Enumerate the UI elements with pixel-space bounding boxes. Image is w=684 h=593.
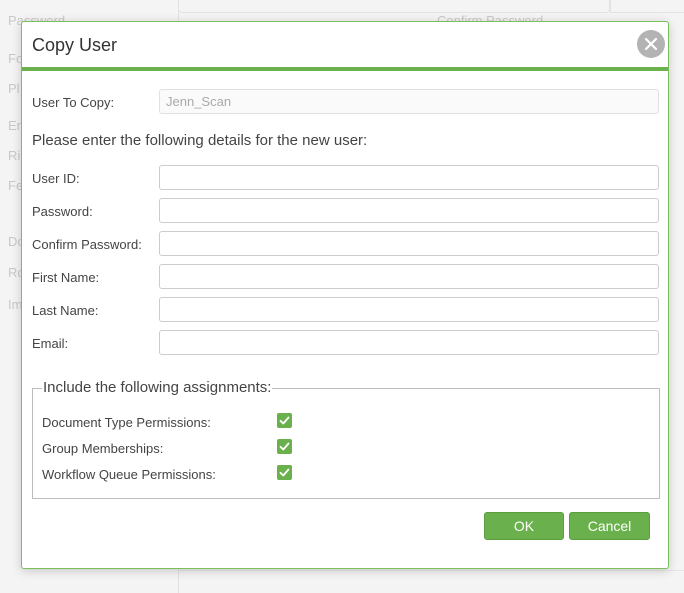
checkmark-icon xyxy=(279,442,290,451)
confirm-password-input[interactable] xyxy=(159,231,659,256)
user-to-copy-field xyxy=(159,89,659,114)
email-input[interactable] xyxy=(159,330,659,355)
background-label: Pl xyxy=(8,81,20,96)
assignments-legend: Include the following assignments: xyxy=(42,379,273,396)
confirm-password-label: Confirm Password: xyxy=(32,237,142,252)
last-name-label: Last Name: xyxy=(32,303,99,318)
first-name-input[interactable] xyxy=(159,264,659,289)
workflow-queue-permissions-checkbox[interactable] xyxy=(277,465,292,480)
last-name-input[interactable] xyxy=(159,297,659,322)
background-input xyxy=(610,0,684,13)
background-footer xyxy=(178,570,684,593)
user-id-input[interactable] xyxy=(159,165,659,190)
document-type-permissions-label: Document Type Permissions: xyxy=(42,415,211,430)
workflow-queue-permissions-label: Workflow Queue Permissions: xyxy=(42,467,216,482)
instruction-text: Please enter the following details for t… xyxy=(32,132,368,149)
user-id-label: User ID: xyxy=(32,171,80,186)
first-name-label: First Name: xyxy=(32,270,100,285)
close-icon xyxy=(644,37,658,51)
background-input xyxy=(178,0,610,13)
email-label: Email: xyxy=(32,336,69,351)
password-label: Password: xyxy=(32,204,93,219)
background-label: Ri xyxy=(8,148,21,163)
assignments-group: Include the following assignments: Docum… xyxy=(32,379,660,499)
password-input[interactable] xyxy=(159,198,659,223)
dialog-header: Copy User xyxy=(22,22,668,71)
document-type-permissions-checkbox[interactable] xyxy=(277,413,292,428)
checkmark-icon xyxy=(279,468,290,477)
group-memberships-label: Group Memberships: xyxy=(42,441,164,456)
copy-user-dialog: Copy User User To Copy: Please enter the… xyxy=(21,21,669,569)
ok-button[interactable]: OK xyxy=(484,512,564,540)
close-button[interactable] xyxy=(637,30,665,58)
dialog-title: Copy User xyxy=(32,35,118,55)
group-memberships-checkbox[interactable] xyxy=(277,439,292,454)
checkmark-icon xyxy=(279,416,290,425)
cancel-button[interactable]: Cancel xyxy=(569,512,650,540)
user-to-copy-label: User To Copy: xyxy=(32,95,115,110)
